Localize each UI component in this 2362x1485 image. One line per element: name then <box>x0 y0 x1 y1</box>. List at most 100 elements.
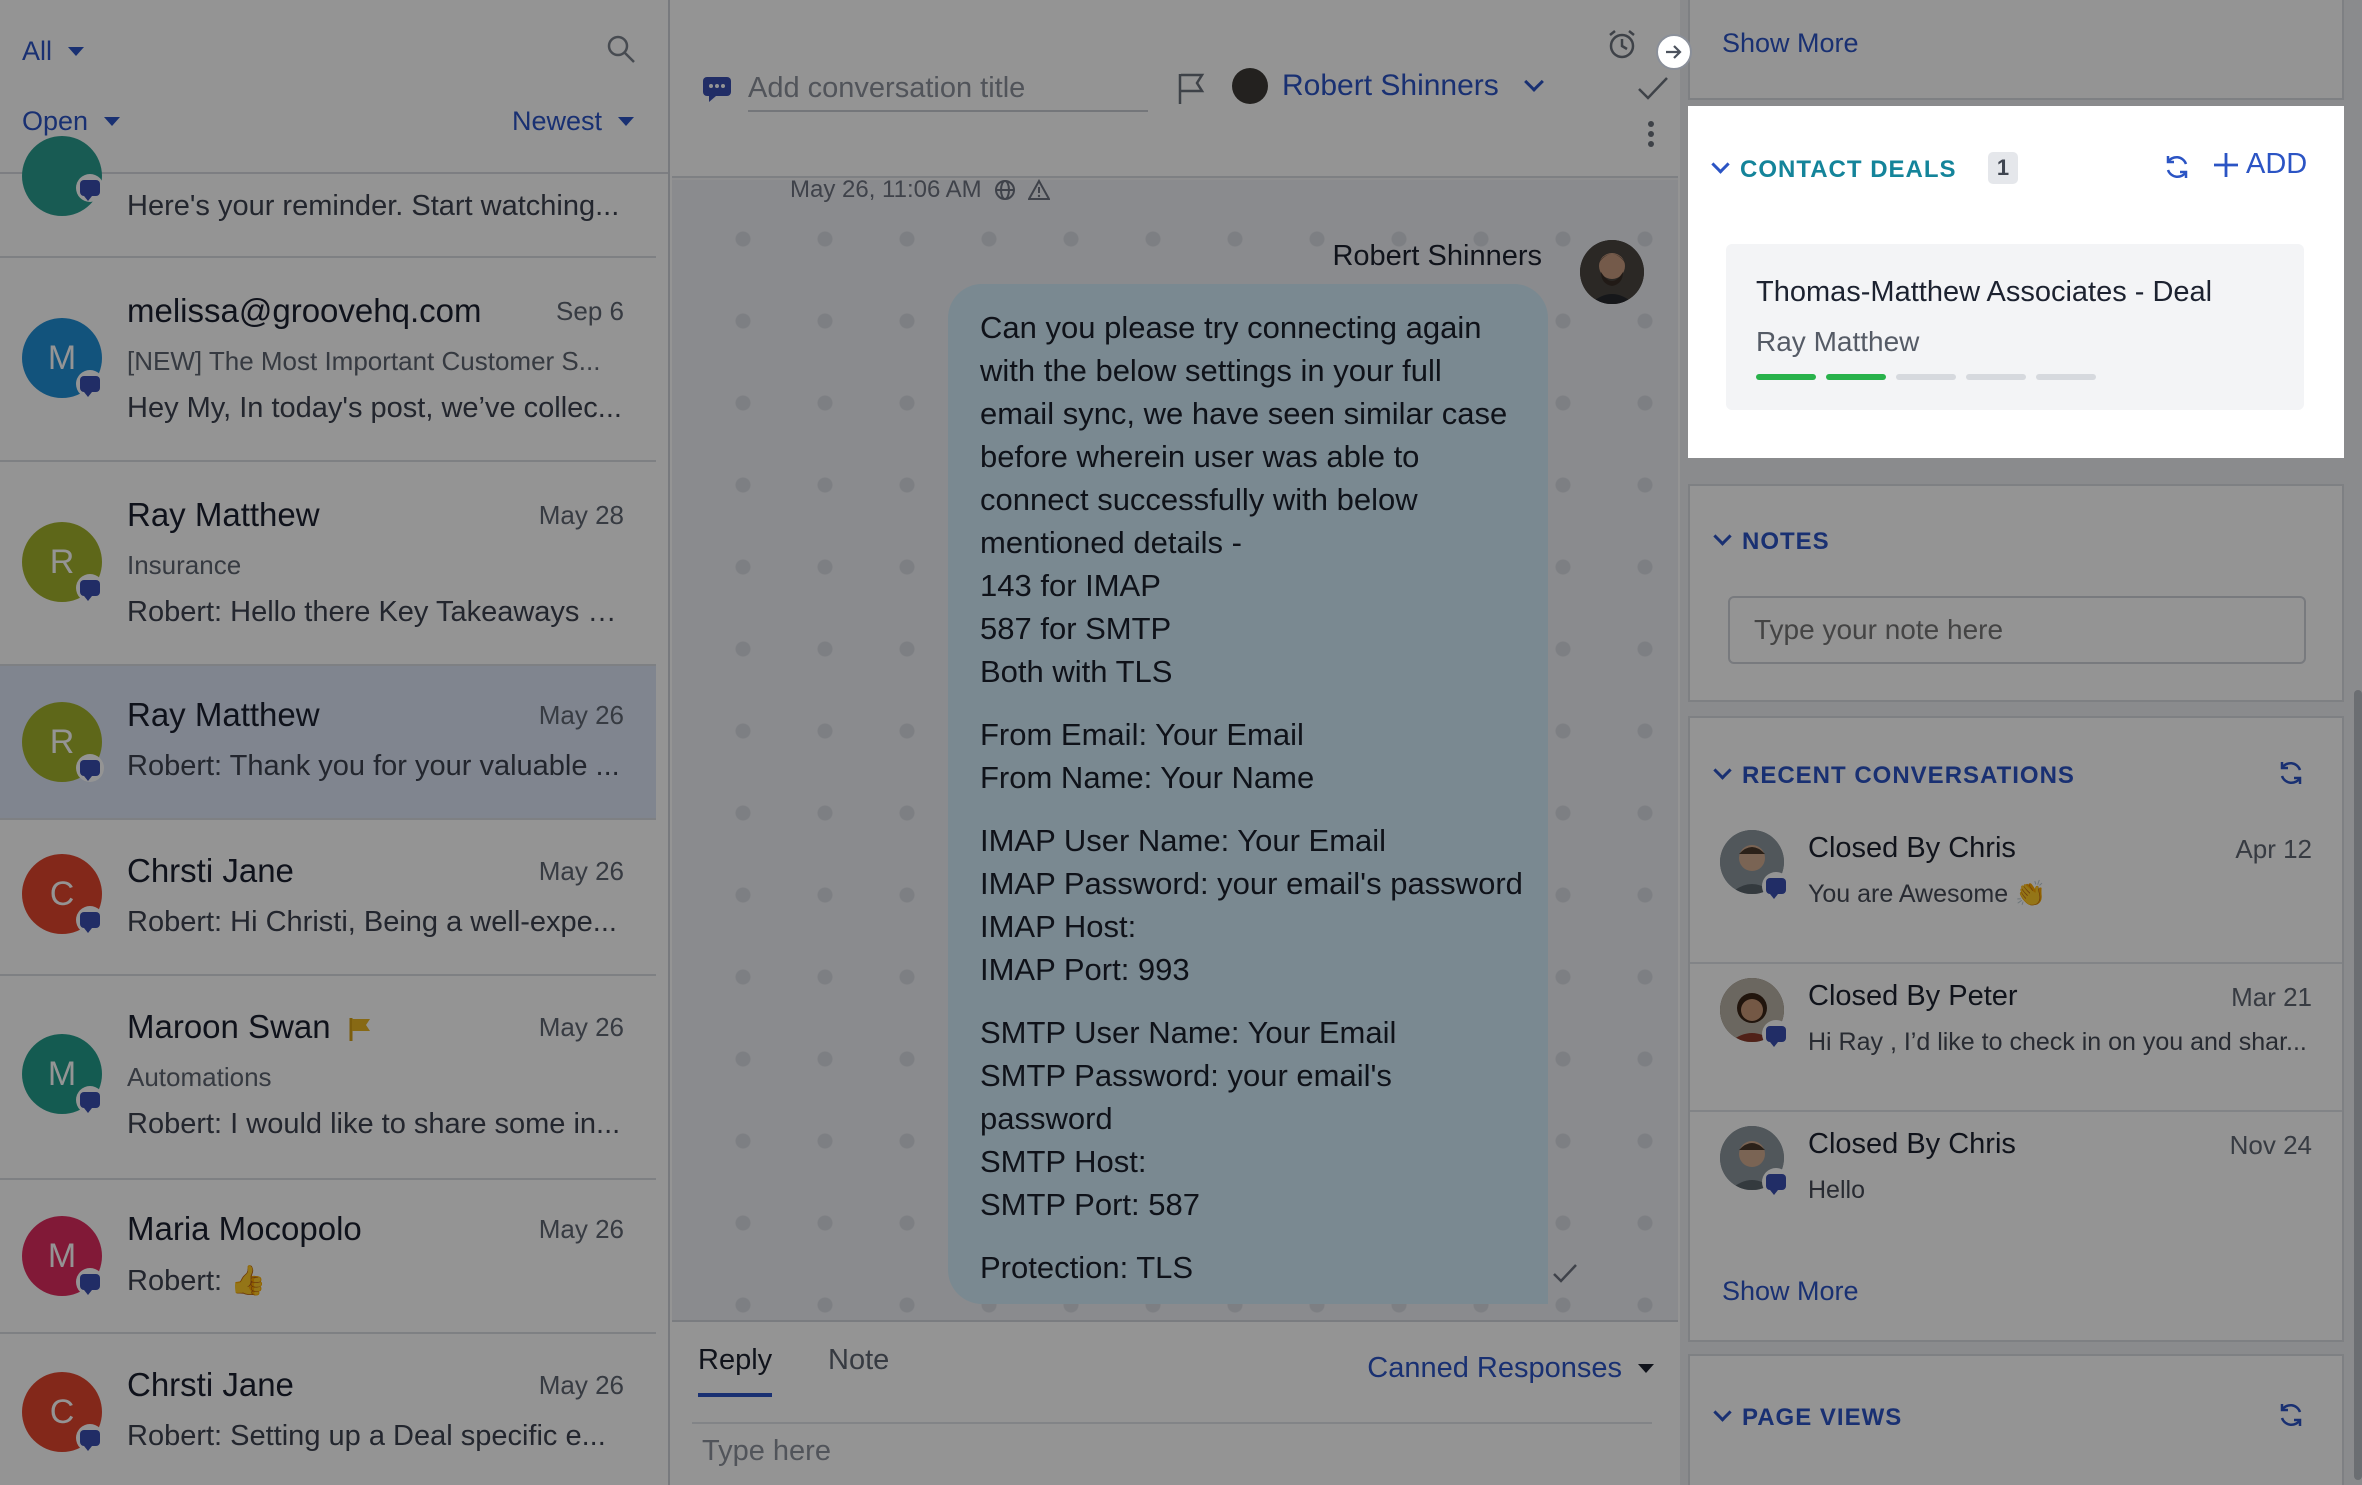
status-dropdown[interactable]: Open <box>22 106 121 137</box>
message-line: IMAP User Name: Your Email <box>980 823 1387 858</box>
show-more-link[interactable]: Show More <box>1722 1276 1859 1307</box>
message-line: Protection: TLS <box>980 1250 1194 1285</box>
chevron-down-icon[interactable] <box>1711 155 1730 174</box>
notes-card: NOTES <box>1688 484 2344 702</box>
more-options-icon[interactable] <box>1646 120 1656 148</box>
stage-segment-done <box>1826 374 1886 380</box>
message-sender: Robert Shinners <box>1332 240 1542 272</box>
conversation-name: Maroon Swan <box>127 1008 374 1046</box>
reply-input[interactable] <box>692 1422 1652 1478</box>
refresh-icon[interactable] <box>2276 758 2306 788</box>
message-line: before wherein user was able to <box>980 439 1420 474</box>
deal-count-badge: 1 <box>1988 152 2018 184</box>
tab-reply[interactable]: Reply <box>698 1344 773 1397</box>
message-line: with the below settings in your full <box>980 353 1442 388</box>
status-label: Open <box>22 106 89 136</box>
conversation-item[interactable]: M melissa@groovehq.com Sep 6 [NEW] The M… <box>0 260 656 462</box>
sidebar-scrollbar[interactable] <box>2354 690 2362 1480</box>
message-timestamp: May 26, 11:06 AM <box>790 176 982 203</box>
conversation-item-selected[interactable]: R Ray Matthew May 26 Robert: Thank you f… <box>0 666 656 820</box>
sender-avatar <box>1580 240 1644 304</box>
message-paragraph: Can you please try connecting again with… <box>980 306 1518 693</box>
chevron-down-icon <box>1523 72 1544 92</box>
conversation-name: Chrsti Jane <box>127 852 294 889</box>
flag-icon <box>349 1018 370 1042</box>
message-line: Can you please try connecting again <box>980 310 1482 345</box>
recent-conversation-title: Closed By Peter <box>1808 980 2018 1012</box>
conversation-date: May 26 <box>538 856 624 886</box>
conversation-preview: Robert: 👍 <box>127 1265 267 1297</box>
message-bubble: Can you please try connecting again with… <box>948 284 1548 1304</box>
recent-conversation-item[interactable]: Closed By Chris Nov 24 Hello <box>1690 1114 2342 1234</box>
caret-down-icon <box>618 117 634 126</box>
recent-conversation-item[interactable]: Closed By Chris Apr 12 You are Awesome 👏 <box>1690 818 2342 964</box>
sort-dropdown[interactable]: Newest <box>512 106 634 137</box>
deal-contact: Ray Matthew <box>1756 326 1920 357</box>
conversation-header: Robert Shinners <box>672 0 1678 178</box>
search-icon[interactable] <box>606 34 636 64</box>
chevron-down-icon[interactable] <box>1713 1403 1732 1422</box>
filter-dropdown[interactable]: All <box>22 36 85 67</box>
conversation-date: May 28 <box>538 500 624 530</box>
filter-label: All <box>22 36 53 66</box>
conversation-item[interactable]: Here's your reminder. Start watching... <box>0 136 656 258</box>
collapse-sidebar-button[interactable] <box>1656 34 1692 70</box>
deal-item[interactable]: Thomas-Matthew Associates - Deal Ray Mat… <box>1726 244 2304 410</box>
tab-note[interactable]: Note <box>828 1344 889 1377</box>
recent-conversation-date: Nov 24 <box>2229 1130 2312 1160</box>
conversation-subject: Automations <box>127 1062 272 1092</box>
refresh-icon[interactable] <box>2276 1400 2306 1430</box>
conversation-item[interactable]: M Maria Mocopolo May 26 Robert: 👍 <box>0 1180 656 1334</box>
conversation-preview: Robert: Hi Christi, Being a well-expe... <box>127 906 617 938</box>
canned-responses-dropdown[interactable]: Canned Responses <box>1367 1352 1654 1385</box>
conversation-subject: Insurance <box>127 550 242 580</box>
message-line: connect successfully with below <box>980 482 1418 517</box>
chat-channel-icon <box>76 370 104 398</box>
plus-icon <box>2214 152 2238 177</box>
conversation-item[interactable]: C Chrsti Jane May 26 Robert: Setting up … <box>0 1336 656 1485</box>
message-line: IMAP Port: 993 <box>980 952 1190 987</box>
warning-icon <box>1027 179 1050 200</box>
message-line: mentioned details - <box>980 525 1242 560</box>
conversation-item[interactable]: M Maroon Swan May 26 Automations Robert:… <box>0 978 656 1180</box>
conversation-date: May 26 <box>538 700 624 730</box>
add-deal-button[interactable]: ADD <box>2212 148 2307 181</box>
contact-sidebar: Show More CONTACT DEALS 1 ADD Thomas-Mat… <box>1680 0 2362 1485</box>
recent-conversation-title: Closed By Chris <box>1808 1128 2016 1160</box>
conversation-preview: Robert: Setting up a Deal specific e... <box>127 1420 606 1452</box>
recent-conversation-item[interactable]: Closed By Peter Mar 21 Hi Ray , I’d like… <box>1690 966 2342 1112</box>
close-conversation-check-icon[interactable] <box>1636 74 1670 102</box>
stage-segment-todo <box>1966 374 2026 380</box>
flag-icon[interactable] <box>1176 72 1206 106</box>
chevron-down-icon[interactable] <box>1713 527 1732 546</box>
message-line: SMTP User Name: Your Email <box>980 1015 1397 1050</box>
message-line: email sync, we have seen similar case <box>980 396 1508 431</box>
stage-segment-todo <box>1896 374 1956 380</box>
message-paragraph: SMTP User Name: Your Email SMTP Password… <box>980 1011 1518 1226</box>
conversation-item[interactable]: R Ray Matthew May 28 Insurance Robert: H… <box>0 464 656 666</box>
conversation-date: May 26 <box>538 1012 624 1042</box>
assignee-dropdown[interactable]: Robert Shinners <box>1232 68 1544 104</box>
delivered-check-icon <box>1553 1264 1577 1283</box>
chevron-down-icon[interactable] <box>1713 761 1732 780</box>
message-line: Both with TLS <box>980 654 1173 689</box>
page-views-card: PAGE VIEWS <box>1688 1354 2344 1485</box>
conversation-date: Sep 6 <box>556 296 624 326</box>
conversation-title-input[interactable] <box>748 66 1148 112</box>
chat-channel-icon <box>76 754 104 782</box>
refresh-icon[interactable] <box>2162 152 2192 182</box>
message-paragraph: IMAP User Name: Your Email IMAP Password… <box>980 819 1523 991</box>
conversation-name-text: Maroon Swan <box>127 1008 331 1045</box>
conversation-panel: Robert Shinners May 26, 11:06 AM Robert … <box>672 0 1678 1485</box>
globe-icon <box>994 180 1015 200</box>
conversation-name: Ray Matthew <box>127 496 320 533</box>
snooze-clock-icon[interactable] <box>1606 28 1638 60</box>
conversation-date: May 26 <box>538 1214 624 1244</box>
chat-channel-icon <box>76 1268 104 1296</box>
show-more-link[interactable]: Show More <box>1722 28 1859 59</box>
section-title: NOTES <box>1742 528 1830 555</box>
chat-channel-icon <box>76 1086 104 1114</box>
note-input[interactable] <box>1728 596 2306 664</box>
message-line: password <box>980 1101 1113 1136</box>
conversation-item[interactable]: C Chrsti Jane May 26 Robert: Hi Christi,… <box>0 822 656 976</box>
